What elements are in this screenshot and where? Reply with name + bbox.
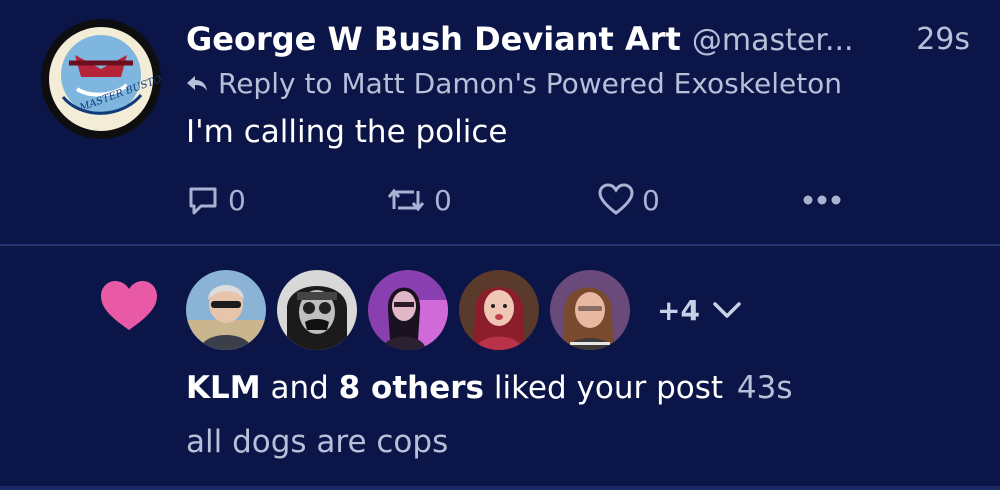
status-post[interactable]: MASTER BUSTOISE George W Bush Deviant Ar… (0, 0, 1000, 244)
reply-count: 0 (228, 183, 246, 217)
more-likers-toggle[interactable]: +4 (657, 294, 742, 327)
reply-arrow-icon (187, 75, 207, 91)
notification-summary: KLM and 8 others liked your post 43s (186, 370, 793, 406)
like-count: 0 (642, 183, 660, 217)
author-display-name[interactable]: George W Bush Deviant Art (186, 20, 681, 58)
post-timestamp[interactable]: 29s (916, 22, 970, 57)
avatar[interactable] (277, 270, 357, 350)
liked-post-preview[interactable]: all dogs are cops (186, 424, 448, 460)
liker-avatars: +4 (186, 268, 742, 352)
heart-outline-icon (598, 183, 634, 215)
bottom-divider (0, 486, 1000, 490)
author-avatar[interactable]: MASTER BUSTOISE (41, 19, 161, 139)
retweet-button[interactable]: 0 (386, 178, 452, 222)
heart-filled-icon (101, 281, 157, 330)
avatar[interactable] (368, 270, 448, 350)
notification-others[interactable]: 8 others (339, 370, 484, 406)
retweet-count: 0 (434, 183, 452, 217)
notification-timestamp: 43s (736, 370, 793, 406)
chevron-down-icon (713, 302, 741, 318)
post-header: George W Bush Deviant Art @master... 29s (186, 20, 970, 64)
notification-actor[interactable]: KLM (186, 370, 261, 406)
more-icon (803, 195, 841, 205)
author-handle[interactable]: @master... (692, 23, 854, 58)
retweet-icon (387, 188, 425, 212)
avatar[interactable] (186, 270, 266, 350)
avatar[interactable] (550, 270, 630, 350)
reply-context-text: Reply to Matt Damon's Powered Exoskeleto… (218, 67, 843, 100)
reply-button[interactable]: 0 (186, 178, 246, 222)
post-body: I'm calling the police (186, 114, 508, 150)
reply-context[interactable]: Reply to Matt Damon's Powered Exoskeleto… (186, 67, 842, 100)
more-options-button[interactable] (802, 178, 850, 222)
more-likers-count: +4 (657, 293, 700, 327)
post-actions: 0 0 0 (186, 178, 846, 222)
notification-connector: and (270, 370, 329, 406)
avatar[interactable] (459, 270, 539, 350)
comment-icon (189, 187, 217, 215)
notification-action: liked your post (493, 370, 724, 406)
like-button[interactable]: 0 (598, 178, 660, 222)
